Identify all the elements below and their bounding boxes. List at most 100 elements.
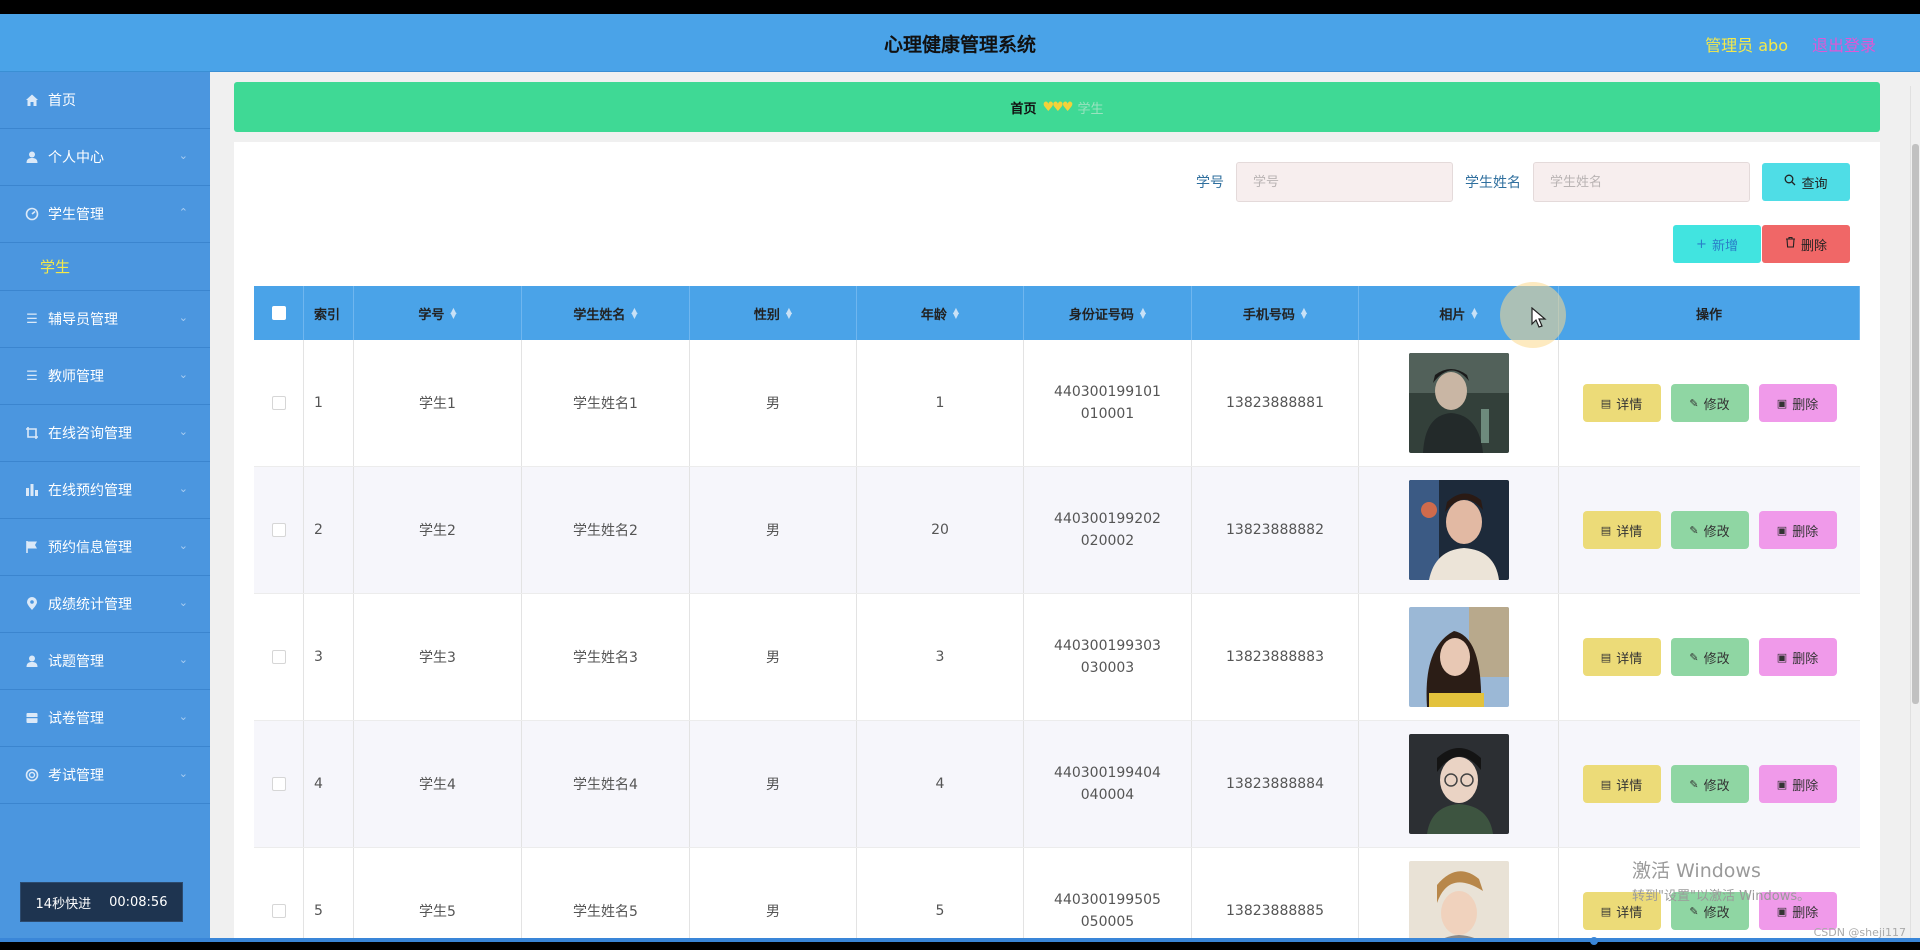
ops-cell: ▤ 详情 ✎ 修改 ▣ 删除 — [1559, 467, 1860, 593]
detail-button[interactable]: ▤ 详情 — [1582, 511, 1661, 549]
table-row: 4 学生4 学生姓名4 男 4 440300199404040004 13823… — [254, 721, 1860, 848]
index-cell: 5 — [304, 848, 354, 938]
sno-label: 学号 — [1196, 175, 1224, 191]
sidebar-item-online-booking[interactable]: 在线预约管理 ⌄ — [0, 462, 210, 519]
idcard-cell: 440300199101010001 — [1024, 340, 1192, 466]
sidebar-item-question-management[interactable]: 试题管理 ⌄ — [0, 633, 210, 690]
student-photo[interactable] — [1408, 861, 1509, 938]
chevron-down-icon: ⌄ — [178, 311, 188, 324]
student-photo[interactable] — [1408, 734, 1509, 834]
sidebar-item-paper-management[interactable]: 试卷管理 ⌄ — [0, 690, 210, 747]
col-age[interactable]: 年龄 ▲ ▼ — [857, 286, 1024, 340]
row-checkbox[interactable] — [271, 396, 286, 410]
row-select-cell — [254, 721, 304, 847]
delete-label: 删除 — [1792, 524, 1819, 540]
scrollbar-thumb[interactable] — [1912, 144, 1919, 704]
detail-button[interactable]: ▤ 详情 — [1582, 765, 1661, 803]
col-name-label: 学生姓名 — [573, 307, 626, 323]
col-sex[interactable]: 性别 ▲ ▼ — [690, 286, 857, 340]
edit-label: 修改 — [1703, 524, 1730, 540]
sidebar-item-booking-info[interactable]: 预约信息管理 ⌄ — [0, 519, 210, 576]
select-all-checkbox[interactable] — [271, 306, 286, 320]
detail-button[interactable]: ▤ 详情 — [1582, 384, 1661, 422]
edit-button[interactable]: ✎ 修改 — [1670, 384, 1749, 422]
index-cell: 4 — [304, 721, 354, 847]
sidebar: 首页 个人中心 ⌄ 学生管理 ⌃ 学生 ☰ 辅导员管理 ⌄ ☰ 教师管理 ⌄ 在… — [0, 72, 210, 938]
delete-button[interactable]: ▣ 删除 — [1758, 638, 1837, 676]
table-row: 1 学生1 学生姓名1 男 1 440300199101010001 13823… — [254, 340, 1860, 467]
table-row: 3 学生3 学生姓名3 男 3 440300199303030003 13823… — [254, 594, 1860, 721]
photo-cell — [1359, 594, 1559, 720]
edit-label: 修改 — [1703, 905, 1730, 921]
delete-button-label: 删除 — [1800, 238, 1827, 254]
page-scrollbar[interactable] — [1910, 86, 1920, 938]
row-select-cell — [254, 594, 304, 720]
edit-label: 修改 — [1703, 397, 1730, 413]
student-photo[interactable] — [1408, 480, 1509, 580]
sidebar-subitem-student[interactable]: 学生 — [0, 243, 210, 291]
query-button[interactable]: 查询 — [1762, 163, 1850, 201]
breadcrumb-home[interactable]: 首页 — [1011, 98, 1037, 117]
admin-label: 管理员 abo — [1705, 36, 1788, 55]
edit-label: 修改 — [1703, 651, 1730, 667]
name-search-input[interactable] — [1533, 162, 1750, 202]
phone-cell: 13823888885 — [1192, 848, 1359, 938]
row-checkbox[interactable] — [271, 904, 286, 918]
col-photo-label: 相片 — [1439, 307, 1466, 323]
sno-cell: 学生4 — [354, 721, 522, 847]
sno-search-input[interactable] — [1236, 162, 1453, 202]
sidebar-item-label: 辅导员管理 — [48, 312, 118, 328]
pencil-icon: ✎ — [1689, 904, 1699, 918]
col-phone[interactable]: 手机号码 ▲ ▼ — [1192, 286, 1359, 340]
video-progress-handle[interactable] — [1590, 937, 1598, 945]
edit-button[interactable]: ✎ 修改 — [1670, 638, 1749, 676]
col-sno[interactable]: 学号 ▲ ▼ — [354, 286, 522, 340]
list-icon: ☰ — [26, 368, 38, 384]
col-idcard[interactable]: 身份证号码 ▲ ▼ — [1024, 286, 1192, 340]
edit-button[interactable]: ✎ 修改 — [1670, 511, 1749, 549]
sidebar-item-student-management[interactable]: 学生管理 ⌃ — [0, 186, 210, 243]
user-icon — [24, 653, 40, 669]
phone-cell: 13823888884 — [1192, 721, 1359, 847]
video-progress-bar[interactable] — [0, 938, 1920, 942]
sidebar-item-home[interactable]: 首页 — [0, 72, 210, 129]
document-icon: ▤ — [1600, 777, 1612, 791]
student-photo[interactable] — [1408, 353, 1509, 453]
col-phone-label: 手机号码 — [1242, 307, 1295, 323]
delete-button[interactable]: ▣ 删除 — [1758, 511, 1837, 549]
row-checkbox[interactable] — [271, 650, 286, 664]
delete-label: 删除 — [1792, 397, 1819, 413]
row-checkbox[interactable] — [271, 777, 286, 791]
crop-icon — [24, 425, 40, 441]
sidebar-item-online-consult[interactable]: 在线咨询管理 ⌄ — [0, 405, 210, 462]
trash-icon: ▣ — [1776, 650, 1788, 664]
sidebar-item-counselor-management[interactable]: ☰ 辅导员管理 ⌄ — [0, 291, 210, 348]
sidebar-item-label: 预约信息管理 — [48, 540, 132, 556]
trash-icon: ▣ — [1776, 523, 1788, 537]
delete-button[interactable]: ▣ 删除 — [1758, 765, 1837, 803]
sidebar-item-score-stats[interactable]: 成绩统计管理 ⌄ — [0, 576, 210, 633]
add-button[interactable]: + 新增 — [1673, 225, 1761, 263]
sort-icon: ▲ ▼ — [450, 306, 457, 320]
detail-button[interactable]: ▤ 详情 — [1582, 638, 1661, 676]
sidebar-item-label: 学生管理 — [48, 207, 104, 223]
edit-button[interactable]: ✎ 修改 — [1670, 765, 1749, 803]
sidebar-item-personal-center[interactable]: 个人中心 ⌄ — [0, 129, 210, 186]
delete-button[interactable]: ▣ 删除 — [1758, 384, 1837, 422]
batch-delete-button[interactable]: 删除 — [1762, 225, 1850, 263]
sidebar-item-teacher-management[interactable]: ☰ 教师管理 ⌄ — [0, 348, 210, 405]
logout-link[interactable]: 退出登录 — [1812, 32, 1876, 56]
col-name[interactable]: 学生姓名 ▲ ▼ — [522, 286, 690, 340]
student-photo[interactable] — [1408, 607, 1509, 707]
pencil-icon: ✎ — [1689, 650, 1699, 664]
student-table: 索引 学号 ▲ ▼ 学生姓名 ▲ ▼ 性别 ▲ ▼ 年龄 ▲ ▼ 身份证号码 ▲ ▼ 手机号码 ▲ ▼ … — [254, 286, 1860, 938]
sidebar-item-exam-management[interactable]: 考试管理 ⌄ — [0, 747, 210, 804]
plus-icon: + — [1696, 236, 1707, 252]
col-ops-label: 操作 — [1695, 307, 1722, 323]
chevron-down-icon: ⌄ — [178, 539, 188, 552]
sort-icon: ▲ ▼ — [952, 306, 960, 320]
row-checkbox[interactable] — [271, 523, 286, 537]
name-cell: 学生姓名2 — [522, 467, 690, 593]
sidebar-item-label: 考试管理 — [48, 768, 104, 784]
sno-cell: 学生2 — [354, 467, 522, 593]
